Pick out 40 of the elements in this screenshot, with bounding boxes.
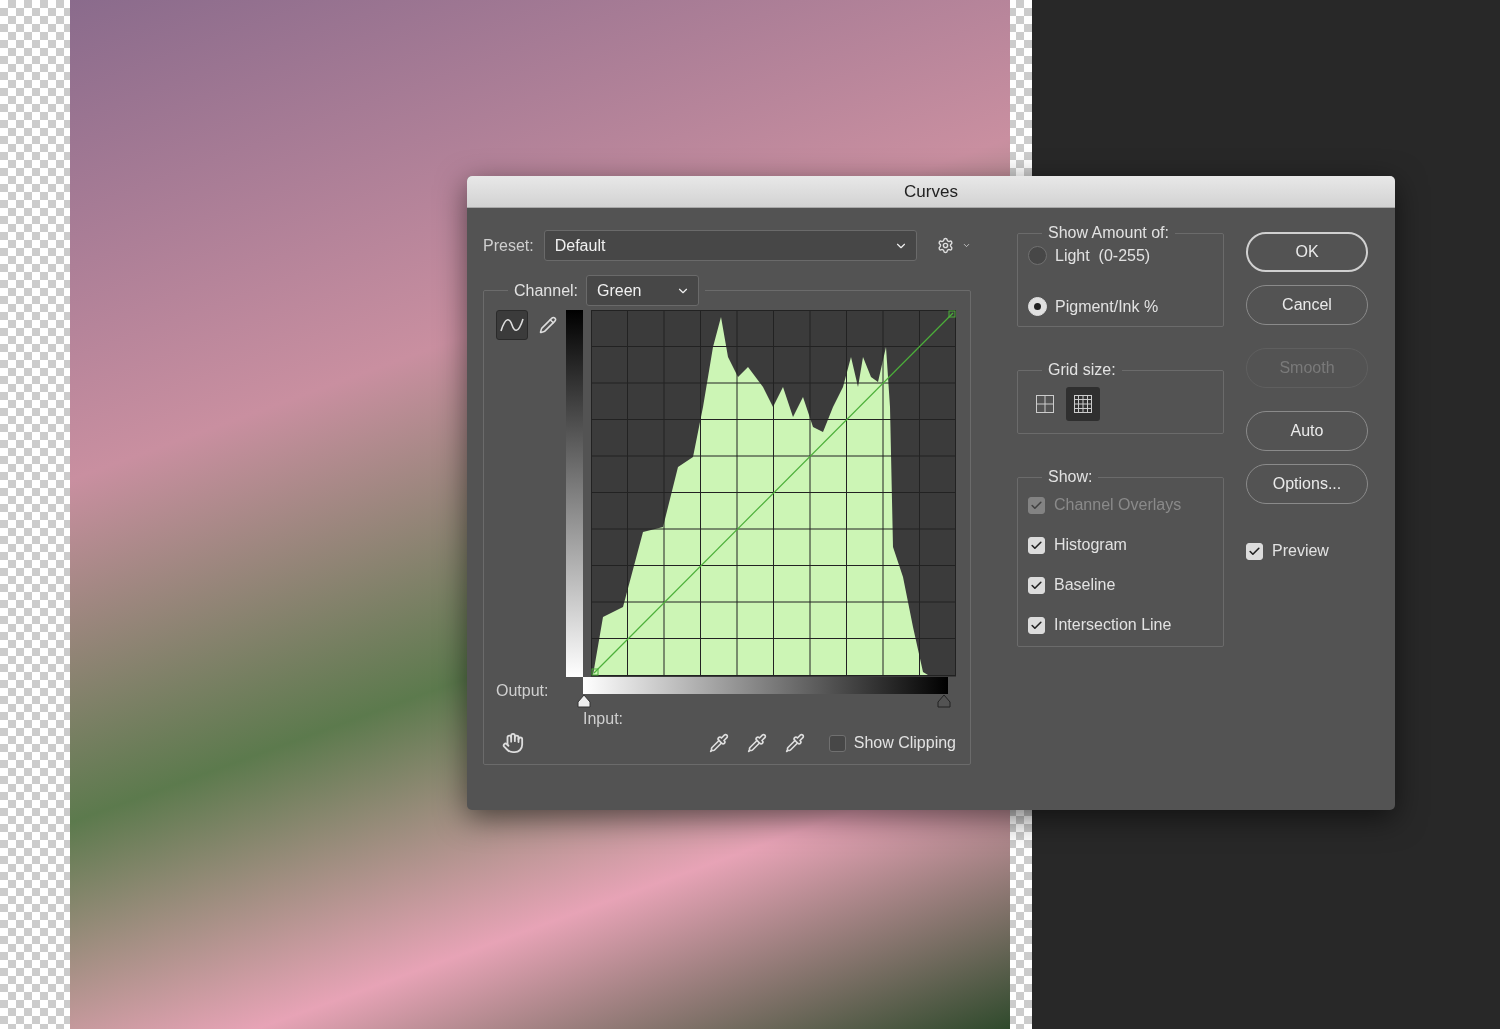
curve-point[interactable] xyxy=(948,310,956,318)
group-title: Show: xyxy=(1048,468,1093,486)
option-label: Light (0-255) xyxy=(1055,246,1151,265)
settings-icon[interactable] xyxy=(937,237,971,254)
group-title: Grid size: xyxy=(1048,361,1116,379)
option-label: Intersection Line xyxy=(1054,616,1172,634)
check-icon xyxy=(1248,544,1261,558)
output-label: Output: xyxy=(496,682,550,700)
radio-button[interactable] xyxy=(1028,246,1047,265)
check-icon xyxy=(1030,618,1043,632)
group-title: Show Amount of: xyxy=(1048,224,1169,242)
option-label: Baseline xyxy=(1054,576,1116,594)
curve-icon xyxy=(500,317,524,333)
grid-size-button[interactable] xyxy=(1066,387,1100,421)
show-clipping-label: Show Clipping xyxy=(853,734,956,752)
preview-label: Preview xyxy=(1272,542,1329,560)
pencil-icon xyxy=(539,316,557,334)
eyedropper-icon[interactable] xyxy=(784,733,805,753)
channel-dropdown[interactable]: Green xyxy=(586,275,700,306)
ok-button[interactable]: OK xyxy=(1246,232,1368,272)
dialog-title: Curves xyxy=(904,181,958,202)
check-icon xyxy=(1030,578,1043,592)
option-label: Pigment/Ink % xyxy=(1055,297,1159,316)
preset-label: Preset: xyxy=(483,236,534,255)
grid-icon xyxy=(1036,395,1054,413)
slider-handle[interactable] xyxy=(577,694,591,708)
curve-point[interactable] xyxy=(591,668,599,676)
grid-icon xyxy=(1074,395,1092,413)
curve-tool[interactable] xyxy=(496,310,528,340)
eyedropper-icon[interactable] xyxy=(708,733,729,753)
eyedropper-icon[interactable] xyxy=(746,733,767,753)
preset-dropdown[interactable]: Default xyxy=(543,230,917,261)
check-icon xyxy=(1030,538,1043,552)
hand-icon[interactable] xyxy=(502,732,524,754)
option-label: Histogram xyxy=(1054,536,1127,554)
input-label: Input: xyxy=(583,710,624,728)
checkbox[interactable] xyxy=(828,734,846,752)
check-icon xyxy=(1030,498,1043,512)
channel-label: Channel: xyxy=(514,281,579,300)
slider-handle[interactable] xyxy=(937,694,951,708)
